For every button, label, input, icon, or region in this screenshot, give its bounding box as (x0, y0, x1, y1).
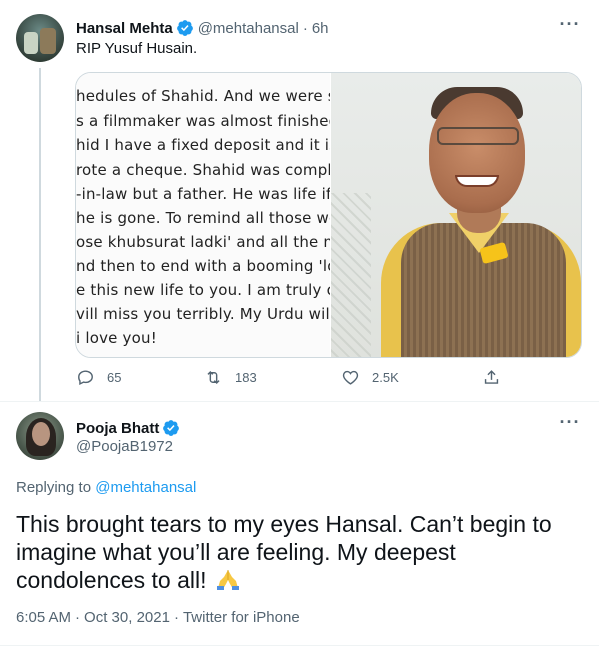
separator-dot: · (302, 19, 308, 37)
author-name[interactable]: Hansal Mehta (76, 20, 173, 37)
separator-dot: · (75, 609, 81, 626)
more-options-icon[interactable]: ··· (559, 15, 581, 38)
like-count: 2.5K (372, 370, 399, 385)
author-handle[interactable]: @mehtahansal (198, 20, 299, 37)
heart-icon (342, 370, 359, 385)
text-screenshot-image[interactable]: hedules of Shahid. And we were stu s a f… (76, 73, 330, 357)
tweet-action-bar: 65 183 2.5K (76, 368, 506, 392)
author-name[interactable]: Pooja Bhatt (76, 420, 159, 437)
tweet-source[interactable]: Twitter for iPhone (183, 609, 300, 626)
tweet-text: This brought tears to my eyes Hansal. Ca… (16, 510, 576, 594)
parent-tweet[interactable]: Hansal Mehta @mehtahansal · 6h ··· RIP Y… (0, 0, 599, 401)
reply-icon (78, 370, 93, 385)
verified-badge-icon (176, 20, 193, 36)
share-button[interactable] (482, 368, 501, 387)
share-icon (484, 370, 499, 384)
tweet-date[interactable]: Oct 30, 2021 (84, 609, 170, 626)
text-image-line: e this new life to you. I am truly orpl (76, 281, 330, 299)
folded-hands-icon (216, 570, 239, 590)
verified-badge-icon (163, 420, 180, 436)
tweet-media[interactable]: hedules of Shahid. And we were stu s a f… (75, 72, 582, 358)
text-image-line: nd then to end with a booming 'love (76, 257, 330, 275)
text-image-line: -in-law but a father. He was life if li (76, 185, 330, 203)
tweet-time[interactable]: 6:05 AM (16, 609, 71, 626)
like-button[interactable]: 2.5K (341, 368, 399, 387)
text-image-line: vill miss you terribly. My Urdu will re (76, 305, 330, 323)
tweet-divider (0, 401, 599, 402)
retweet-icon (207, 370, 220, 385)
retweet-count: 183 (235, 370, 257, 385)
tweet-text: RIP Yusuf Husain. (76, 40, 198, 57)
separator-dot: · (173, 609, 179, 626)
reply-author-row: Pooja Bhatt (76, 418, 180, 438)
replying-to-label: Replying to (16, 479, 92, 496)
text-image-line: he is gone. To remind all those won (76, 209, 330, 227)
tweet-metadata: 6:05 AM · Oct 30, 2021 · Twitter for iPhone (16, 609, 300, 626)
retweet-button[interactable]: 183 (204, 368, 257, 387)
avatar[interactable] (16, 14, 64, 62)
tweet-timestamp[interactable]: 6h (312, 20, 329, 37)
author-handle[interactable]: @PoojaB1972 (76, 438, 173, 455)
text-image-line: i love you! (76, 329, 157, 347)
thread-connector-line (39, 68, 41, 401)
text-image-line: s a filmmaker was almost finished c (76, 112, 330, 130)
more-options-icon[interactable]: ··· (559, 413, 581, 436)
text-image-line: hid I have a fixed deposit and it is of (76, 136, 330, 154)
portrait-photo[interactable] (331, 73, 581, 357)
text-image-line: hedules of Shahid. And we were stu (76, 87, 330, 105)
bottom-divider (0, 645, 599, 646)
reply-body: This brought tears to my eyes Hansal. Ca… (16, 511, 552, 593)
tweet-header: Hansal Mehta @mehtahansal · 6h (76, 18, 329, 38)
reply-count: 65 (107, 370, 122, 385)
reply-button[interactable]: 65 (76, 368, 121, 387)
replying-to-link[interactable]: @mehtahansal (95, 479, 196, 496)
text-image-line: ose khubsurat ladki' and all the men (76, 233, 330, 251)
text-image-line: rote a cheque. Shahid was complete (76, 161, 330, 179)
replying-to-line: Replying to @mehtahansal (16, 479, 196, 496)
avatar[interactable] (16, 412, 64, 460)
